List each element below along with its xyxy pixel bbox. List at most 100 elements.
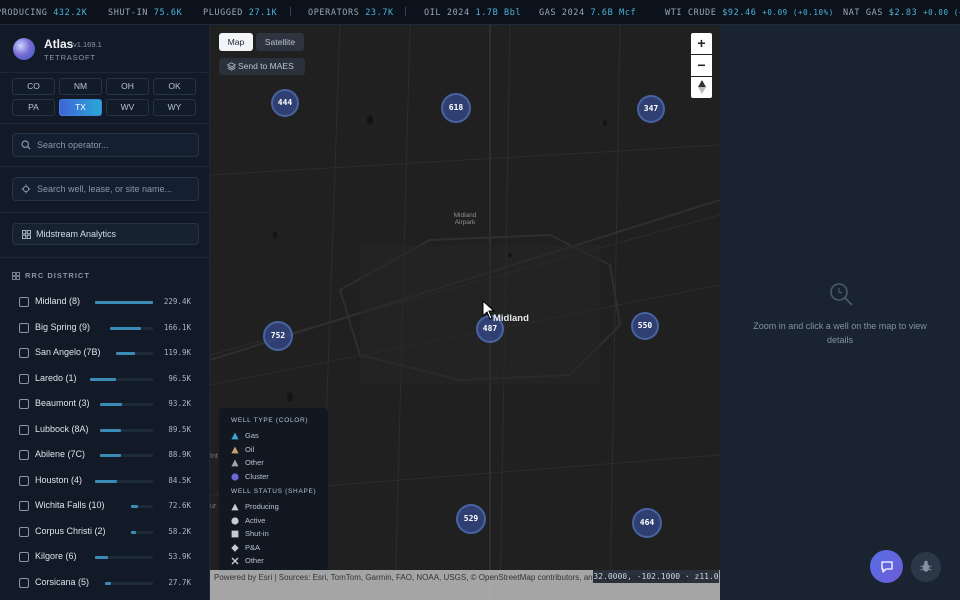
- district-row[interactable]: Laredo (1) 96.5K: [19, 372, 195, 386]
- district-checkbox[interactable]: [19, 348, 29, 358]
- bug-report-button[interactable]: [911, 552, 941, 582]
- mouse-cursor-icon: [482, 300, 496, 320]
- midstream-analytics-button[interactable]: Midstream Analytics: [12, 223, 199, 245]
- district-row[interactable]: Wichita Falls (10) 72.6K: [19, 499, 195, 513]
- edge-label: Int: [210, 453, 218, 460]
- district-row[interactable]: Corsicana (5) 27.7K: [19, 576, 195, 590]
- district-checkbox[interactable]: [19, 399, 29, 409]
- district-name: Houston (4): [35, 475, 83, 485]
- triangle-icon: [231, 459, 239, 467]
- chat-button[interactable]: [870, 550, 903, 583]
- ticker-item: WTI CRUDE $92.46 +0.09 (+0.10%): [665, 8, 834, 18]
- district-row[interactable]: San Angelo (7B) 119.9K: [19, 346, 195, 360]
- compass-button[interactable]: [691, 77, 712, 98]
- cluster-marker[interactable]: 550: [631, 312, 659, 340]
- cluster-marker[interactable]: 752: [263, 321, 293, 351]
- district-checkbox[interactable]: [19, 501, 29, 511]
- city-label: Midland: [493, 313, 529, 324]
- district-count: 84.5K: [168, 476, 191, 485]
- ticker-item: NAT GAS $2.83 +0.00 (+-0: [843, 8, 960, 18]
- search-icon: [830, 283, 853, 306]
- ticker-item: SHUT-IN 75.6K: [108, 8, 183, 18]
- district-row[interactable]: Houston (4) 84.5K: [19, 474, 195, 488]
- district-bar: [105, 582, 112, 585]
- operator-search-placeholder: Search operator...: [37, 140, 109, 150]
- district-row[interactable]: Corpus Christi (2) 58.2K: [19, 525, 195, 539]
- district-count: 88.9K: [168, 450, 191, 459]
- district-name: Wichita Falls (10): [35, 500, 105, 510]
- district-row[interactable]: Big Spring (9) 166.1K: [19, 321, 195, 335]
- district-checkbox[interactable]: [19, 450, 29, 460]
- district-count: 93.2K: [168, 399, 191, 408]
- zoom-out-button[interactable]: −: [691, 55, 712, 76]
- divider: [0, 257, 209, 258]
- ticker-item: PRODUCING 432.2K: [0, 8, 88, 18]
- district-checkbox[interactable]: [19, 374, 29, 384]
- cluster-marker[interactable]: 618: [441, 93, 471, 123]
- district-row[interactable]: Kilgore (6) 53.9K: [19, 550, 195, 564]
- state-button-tx[interactable]: TX: [59, 99, 102, 116]
- state-button-oh[interactable]: OH: [106, 78, 149, 95]
- ticker-separator: |: [288, 7, 294, 17]
- district-bar: [95, 301, 153, 304]
- district-name: Lubbock (8A): [35, 424, 89, 434]
- cluster-marker[interactable]: 444: [271, 89, 299, 117]
- divider: [0, 72, 209, 73]
- divider: [0, 166, 209, 167]
- district-checkbox[interactable]: [19, 323, 29, 333]
- zoom-in-button[interactable]: +: [691, 33, 712, 54]
- district-count: 72.6K: [168, 501, 191, 510]
- state-button-wv[interactable]: WV: [106, 99, 149, 116]
- state-button-wy[interactable]: WY: [153, 99, 196, 116]
- district-count: 229.4K: [163, 297, 191, 306]
- state-button-nm[interactable]: NM: [59, 78, 102, 95]
- ticker-item: OIL 2024 1.7B Bbl: [424, 8, 522, 18]
- district-checkbox[interactable]: [19, 476, 29, 486]
- state-button-ok[interactable]: OK: [153, 78, 196, 95]
- district-bar: [95, 480, 117, 483]
- coordinate-readout: 32.0000, -102.1000 · z11.0: [593, 570, 719, 583]
- district-name: Big Spring (9): [35, 322, 91, 332]
- district-checkbox[interactable]: [19, 578, 29, 588]
- district-checkbox[interactable]: [19, 527, 29, 537]
- district-row[interactable]: Lubbock (8A) 89.5K: [19, 423, 195, 437]
- state-button-co[interactable]: CO: [12, 78, 55, 95]
- legend-type-title: WELL TYPE (COLOR): [231, 417, 309, 424]
- divider: [0, 123, 209, 124]
- well-search-input[interactable]: Search well, lease, or site name...: [12, 177, 199, 201]
- send-to-maes-button[interactable]: Send to MAES: [219, 58, 305, 75]
- atlas-logo: [13, 38, 35, 60]
- district-checkbox[interactable]: [19, 297, 29, 307]
- target-icon: [21, 184, 31, 194]
- triangle-icon: [231, 503, 239, 511]
- tab-map[interactable]: Map: [219, 33, 253, 51]
- map-view[interactable]: Map Satellite Send to MAES + − 444 618 3…: [210, 25, 720, 600]
- app-name: Atlas: [44, 37, 74, 51]
- district-row[interactable]: Beaumont (3) 93.2K: [19, 397, 195, 411]
- triangle-icon: [231, 432, 239, 440]
- district-name: San Angelo (7B): [35, 347, 101, 357]
- district-row[interactable]: Abilene (7C) 88.9K: [19, 448, 195, 462]
- midstream-analytics-label: Midstream Analytics: [36, 229, 117, 239]
- detail-panel: Zoom in and click a well on the map to v…: [720, 25, 960, 600]
- district-bar: [100, 403, 122, 406]
- district-bar: [95, 556, 109, 559]
- district-row[interactable]: Midland (8) 229.4K: [19, 295, 195, 309]
- operator-search-input[interactable]: Search operator...: [12, 133, 199, 157]
- tab-satellite[interactable]: Satellite: [256, 33, 304, 51]
- cluster-marker[interactable]: 347: [637, 95, 665, 123]
- district-bar: [100, 429, 121, 432]
- cluster-marker[interactable]: 529: [456, 504, 486, 534]
- state-button-pa[interactable]: PA: [12, 99, 55, 116]
- district-name: Midland (8): [35, 296, 81, 306]
- district-count: 96.5K: [168, 374, 191, 383]
- district-count: 53.9K: [168, 552, 191, 561]
- district-bar: [100, 454, 121, 457]
- district-checkbox[interactable]: [19, 425, 29, 435]
- airport-label: Midland Airpark: [453, 212, 477, 226]
- district-checkbox[interactable]: [19, 552, 29, 562]
- compass-icon: [697, 80, 706, 94]
- district-name: Corsicana (5): [35, 577, 90, 587]
- cluster-marker[interactable]: 464: [632, 508, 662, 538]
- district-bar: [130, 531, 137, 534]
